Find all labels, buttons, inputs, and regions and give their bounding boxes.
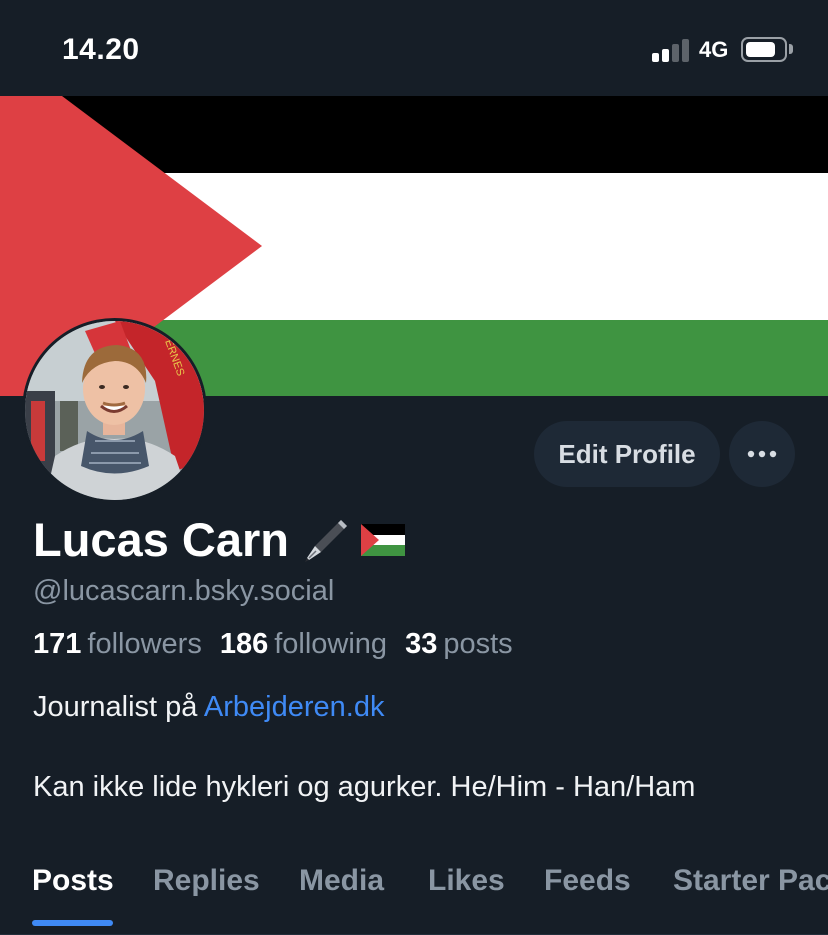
tab-feeds[interactable]: Feeds (544, 864, 631, 898)
bio-line-1: Journalist på Arbejderen.dk (33, 691, 384, 724)
status-bar: 14.20 4G (0, 0, 828, 96)
bio-line-2: Kan ikke lide hykleri og agurker. He/Him… (33, 771, 696, 803)
profile-handle: @lucascarn.bsky.social (33, 575, 335, 607)
display-name: Lucas Carn (33, 513, 289, 566)
avatar[interactable]: ERNES (22, 318, 207, 503)
cellular-signal-icon (652, 38, 692, 62)
tab-posts[interactable]: Posts (32, 864, 114, 898)
battery-icon (741, 37, 787, 62)
network-type-label: 4G (699, 37, 729, 62)
followers-count: 171 (33, 628, 82, 660)
edit-profile-button[interactable]: Edit Profile (534, 421, 720, 487)
profile-stats: 171 followers 186 following 33 posts (33, 628, 531, 661)
posts-stat: 33 posts (405, 628, 531, 660)
palestine-flag-icon (360, 523, 405, 556)
more-options-button[interactable] (729, 421, 795, 487)
ellipsis-icon (747, 450, 777, 458)
following-count: 186 (219, 628, 269, 660)
followers-stat[interactable]: 171 followers (33, 628, 220, 660)
status-time: 14.20 (62, 33, 140, 66)
profile-tabs: Posts Replies Media Likes Feeds Starter … (0, 840, 828, 935)
following-stat[interactable]: 186 following (220, 628, 405, 660)
followers-label: followers (87, 628, 202, 660)
tab-media[interactable]: Media (299, 864, 384, 898)
battery-cap (789, 44, 793, 54)
bio-link[interactable]: Arbejderen.dk (204, 691, 385, 723)
avatar-photo: ERNES (25, 321, 204, 500)
bio-text: Journalist på (33, 691, 204, 723)
tab-likes[interactable]: Likes (428, 864, 505, 898)
tab-starter-packs[interactable]: Starter Packs (673, 864, 828, 898)
pen-nib-icon (301, 516, 349, 564)
posts-count: 33 (405, 628, 438, 660)
following-label: following (274, 628, 388, 660)
display-name-row: Lucas Carn (33, 512, 405, 567)
active-tab-indicator (32, 920, 113, 926)
tab-replies[interactable]: Replies (153, 864, 260, 898)
battery-level-fill (746, 42, 775, 57)
posts-label: posts (443, 628, 513, 660)
